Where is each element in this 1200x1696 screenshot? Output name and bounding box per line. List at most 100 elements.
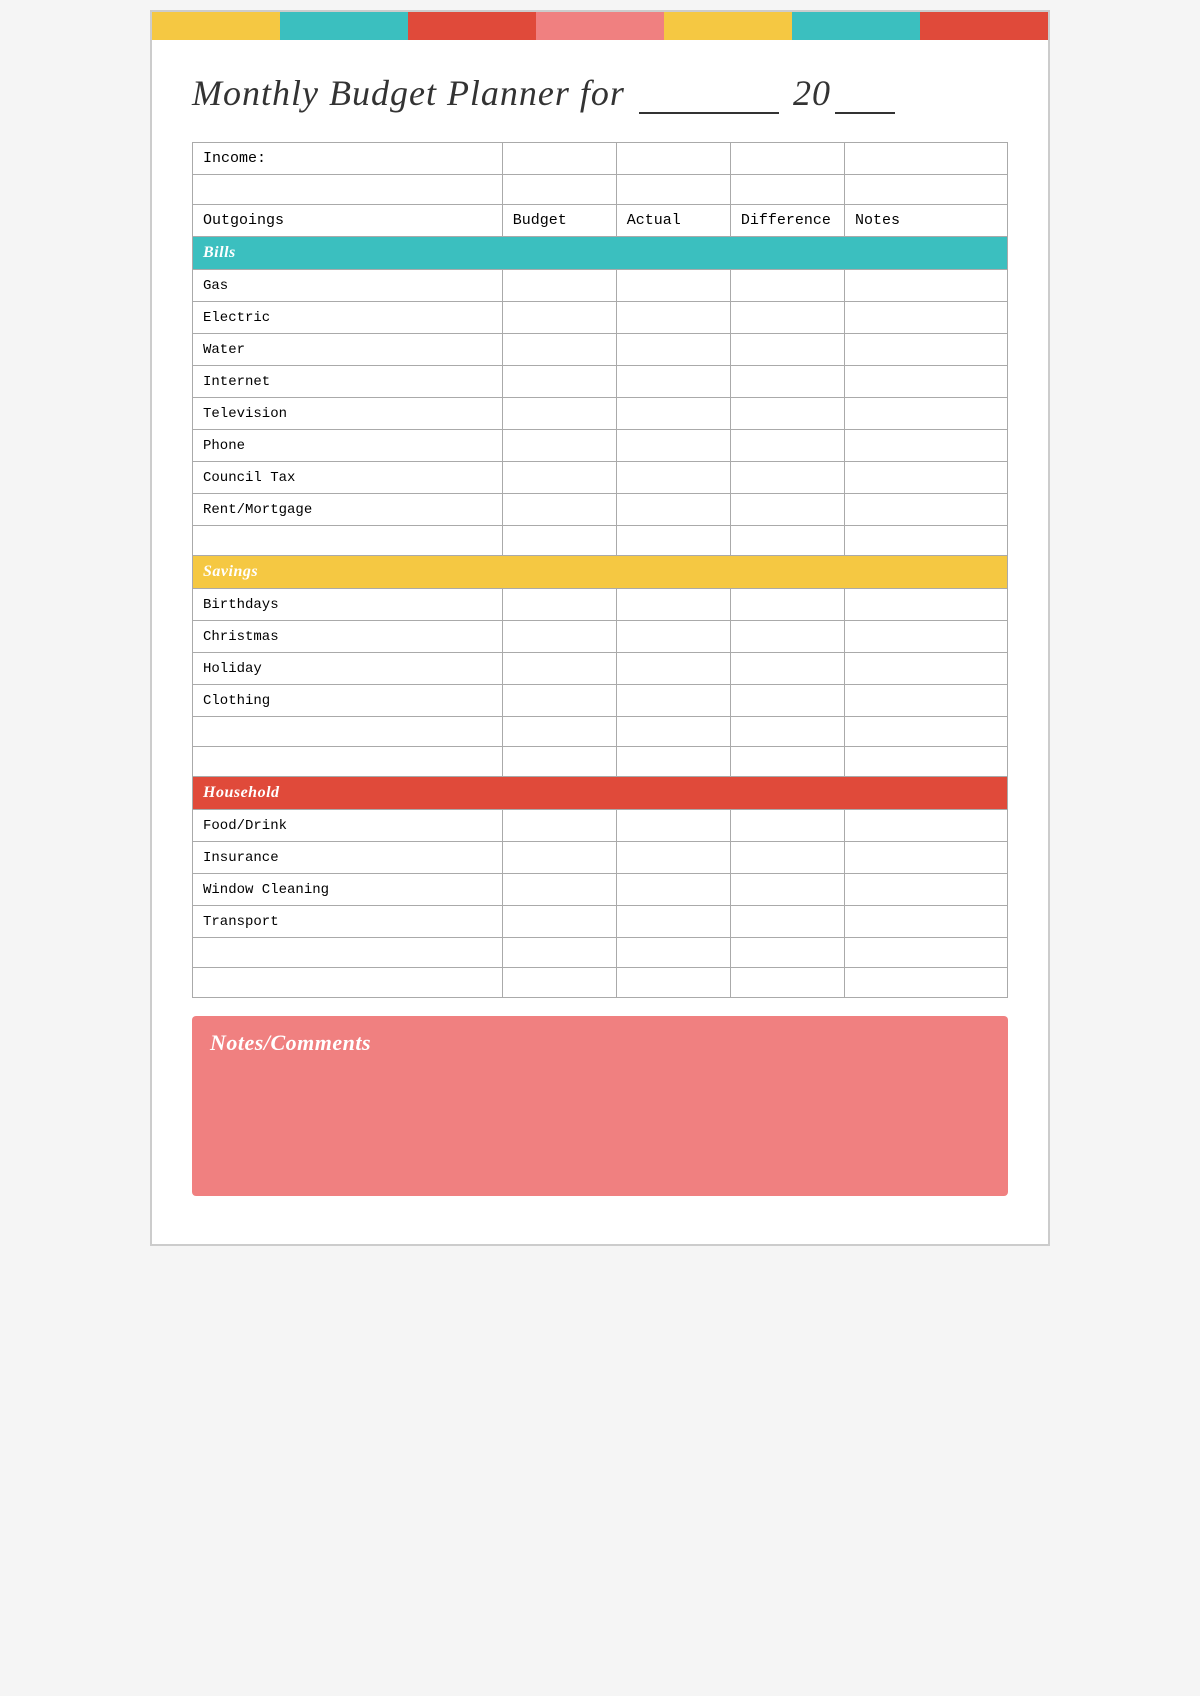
insurance-budget [502,842,616,874]
christmas-actual [616,621,730,653]
row-birthdays: Birthdays [193,589,1008,621]
spacer-row-4 [193,747,1008,777]
bar-yellow-1 [152,12,280,40]
water-notes [844,334,1007,366]
television-notes [844,398,1007,430]
food-drink-notes [844,810,1007,842]
phone-notes [844,430,1007,462]
transport-budget [502,906,616,938]
window-cleaning-label: Window Cleaning [193,874,503,906]
column-headers: Outgoings Budget Actual Difference Notes [193,205,1008,237]
council-tax-label: Council Tax [193,462,503,494]
food-drink-budget [502,810,616,842]
page-title: Monthly Budget Planner for 20 [192,70,1008,114]
window-cleaning-notes [844,874,1007,906]
row-gas: Gas [193,270,1008,302]
phone-actual [616,430,730,462]
notes-title: Notes/Comments [210,1030,990,1056]
bar-red-2 [920,12,1048,40]
council-tax-notes [844,462,1007,494]
transport-actual [616,906,730,938]
income-difference [730,143,844,175]
row-phone: Phone [193,430,1008,462]
christmas-label: Christmas [193,621,503,653]
spacer-row-6 [193,968,1008,998]
spacer-row-5 [193,938,1008,968]
electric-budget [502,302,616,334]
phone-budget [502,430,616,462]
bar-red-1 [408,12,536,40]
row-television: Television [193,398,1008,430]
rent-mortgage-difference [730,494,844,526]
television-label: Television [193,398,503,430]
household-section-header: Household [193,777,1008,810]
row-council-tax: Council Tax [193,462,1008,494]
income-row: Income: [193,143,1008,175]
television-actual [616,398,730,430]
transport-notes [844,906,1007,938]
holiday-notes [844,653,1007,685]
row-transport: Transport [193,906,1008,938]
window-cleaning-actual [616,874,730,906]
rent-mortgage-budget [502,494,616,526]
income-notes [844,143,1007,175]
insurance-actual [616,842,730,874]
holiday-actual [616,653,730,685]
water-actual [616,334,730,366]
header-difference: Difference [730,205,844,237]
holiday-difference [730,653,844,685]
electric-notes [844,302,1007,334]
water-budget [502,334,616,366]
bar-teal-1 [280,12,408,40]
clothing-notes [844,685,1007,717]
clothing-budget [502,685,616,717]
television-difference [730,398,844,430]
holiday-budget [502,653,616,685]
bills-section-header: Bills [193,237,1008,270]
electric-difference [730,302,844,334]
income-actual [616,143,730,175]
budget-table: Income: Outgoings Budget Actual Differen… [192,142,1008,998]
internet-label: Internet [193,366,503,398]
water-difference [730,334,844,366]
header-budget: Budget [502,205,616,237]
rent-mortgage-actual [616,494,730,526]
name-line [639,70,779,114]
rent-mortgage-label: Rent/Mortgage [193,494,503,526]
income-budget [502,143,616,175]
rent-mortgage-notes [844,494,1007,526]
internet-notes [844,366,1007,398]
clothing-difference [730,685,844,717]
savings-label: Savings [193,556,1008,589]
row-internet: Internet [193,366,1008,398]
insurance-label: Insurance [193,842,503,874]
year-prefix: 20 [793,73,831,113]
gas-budget [502,270,616,302]
header-actual: Actual [616,205,730,237]
row-holiday: Holiday [193,653,1008,685]
internet-budget [502,366,616,398]
christmas-budget [502,621,616,653]
bar-yellow-2 [664,12,792,40]
food-drink-actual [616,810,730,842]
internet-actual [616,366,730,398]
water-label: Water [193,334,503,366]
insurance-notes [844,842,1007,874]
gas-notes [844,270,1007,302]
row-insurance: Insurance [193,842,1008,874]
income-label: Income: [193,143,503,175]
spacer-row-3 [193,717,1008,747]
television-budget [502,398,616,430]
window-cleaning-difference [730,874,844,906]
phone-difference [730,430,844,462]
council-tax-budget [502,462,616,494]
bottom-color-bar [152,1216,1048,1244]
savings-section-header: Savings [193,556,1008,589]
spacer-row-2 [193,526,1008,556]
gas-label: Gas [193,270,503,302]
clothing-actual [616,685,730,717]
row-window-cleaning: Window Cleaning [193,874,1008,906]
christmas-notes [844,621,1007,653]
electric-actual [616,302,730,334]
bar-teal-2 [792,12,920,40]
